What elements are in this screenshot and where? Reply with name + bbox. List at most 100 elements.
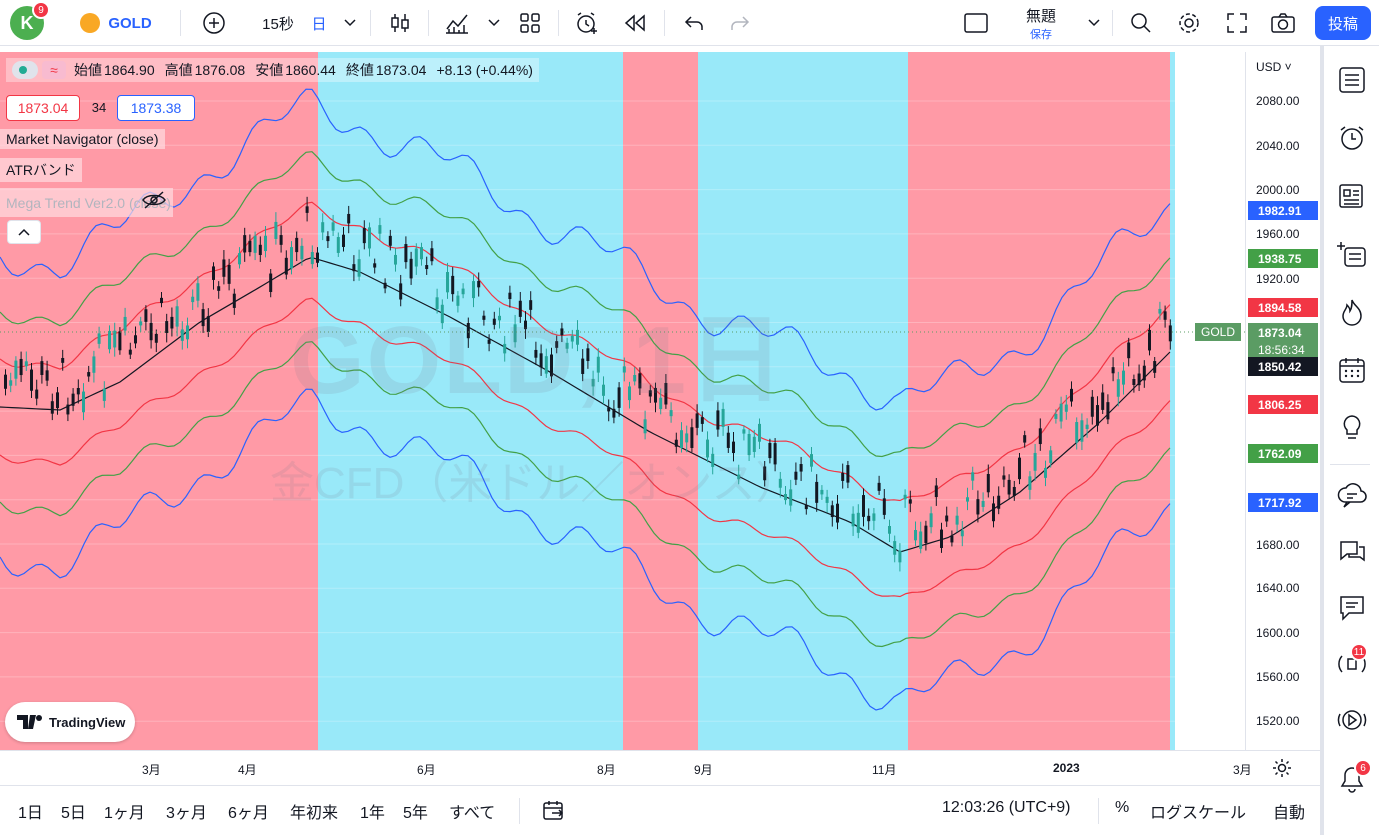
symbol-search-button[interactable]: GOLD: [76, 0, 156, 46]
axis-settings-gear-icon[interactable]: [1272, 758, 1292, 783]
replay-icon[interactable]: [620, 0, 650, 46]
candle-body: [378, 225, 382, 234]
price-label: 2040.00: [1256, 139, 1300, 153]
candle-body: [1106, 402, 1110, 420]
chats-icon[interactable]: [1336, 536, 1368, 568]
chevron-down-icon[interactable]: [484, 0, 504, 46]
range-3m-button[interactable]: 3ヶ月: [166, 799, 207, 823]
layout-square-icon[interactable]: [960, 0, 992, 46]
camera-icon[interactable]: [1268, 0, 1298, 46]
candle-body: [726, 432, 730, 448]
goto-date-icon[interactable]: [542, 799, 566, 828]
play-circle-icon[interactable]: [1336, 704, 1368, 736]
ideas-lightbulb-icon[interactable]: [1336, 412, 1368, 444]
range-1d-button[interactable]: 1日: [18, 799, 43, 823]
time-label: 4月: [238, 763, 257, 777]
price-axis[interactable]: USD ˅ 2080.00 2040.00 2000.00 1960.00 19…: [1245, 52, 1320, 750]
candle-body: [19, 358, 23, 376]
sell-button[interactable]: 1873.04: [6, 95, 80, 121]
candle-body: [820, 489, 824, 495]
chevron-down-icon[interactable]: [340, 0, 360, 46]
collapse-legend-button[interactable]: [7, 220, 41, 244]
range-6m-button[interactable]: 6ヶ月: [228, 799, 269, 823]
log-scale-toggle[interactable]: ログスケール: [1150, 799, 1246, 823]
range-ytd-button[interactable]: 年初来: [290, 799, 338, 823]
candle-body: [113, 330, 117, 348]
alert-clock-icon[interactable]: [572, 0, 602, 46]
layout-name-button[interactable]: 無題 保存: [1006, 0, 1076, 46]
candle-body: [35, 389, 39, 399]
range-all-button[interactable]: すべて: [449, 799, 495, 823]
band-lower-green-tag: 1762.09: [1248, 444, 1318, 463]
redo-icon[interactable]: [726, 0, 754, 46]
notifications-badge: 6: [1354, 759, 1372, 777]
low-label: 安値: [255, 62, 284, 78]
fullscreen-icon[interactable]: [1222, 0, 1252, 46]
candle-body: [206, 316, 210, 333]
time-label: 6月: [417, 763, 436, 777]
clock-timezone[interactable]: 12:03:26 (UTC+9): [942, 799, 1071, 817]
candle-body: [940, 529, 943, 548]
candle-body: [290, 247, 293, 269]
indicator-mega-trend[interactable]: Mega Trend Ver2.0 (close): [0, 188, 173, 217]
buy-button[interactable]: 1873.38: [117, 95, 195, 121]
low-value: 1860.44: [285, 62, 336, 78]
candle-body: [1059, 403, 1063, 422]
candle-body: [347, 213, 351, 224]
hotlist-fire-icon[interactable]: [1336, 296, 1368, 328]
chat-cloud-icon[interactable]: [1336, 480, 1368, 512]
range-5y-button[interactable]: 5年: [403, 799, 428, 823]
range-5d-button[interactable]: 5日: [61, 799, 86, 823]
search-icon[interactable]: [1126, 0, 1156, 46]
top-toolbar: K 9 GOLD 15秒 日 無題 保存 投稿: [0, 0, 1379, 46]
gear-icon[interactable]: [1174, 0, 1204, 46]
trend-zone: [0, 52, 318, 750]
time-label: 3月: [1233, 763, 1252, 777]
candle-body: [830, 505, 834, 518]
band-lower-blue-tag: 1717.92: [1248, 493, 1318, 512]
news-icon[interactable]: [1336, 180, 1368, 212]
time-axis[interactable]: 3月 4月 6月 8月 9月 11月 2023 3月: [0, 750, 1320, 785]
candle-body: [1127, 342, 1131, 359]
add-list-icon[interactable]: [1336, 238, 1368, 270]
candles-icon[interactable]: [386, 0, 414, 46]
range-1m-button[interactable]: 1ヶ月: [104, 799, 145, 823]
chevron-down-icon[interactable]: [1084, 0, 1104, 46]
indicator-atr-band[interactable]: ATRバンド: [0, 158, 82, 182]
wave-icon[interactable]: ≈: [42, 61, 66, 79]
candle-body: [1163, 311, 1167, 320]
candle-body: [160, 297, 163, 304]
interval-button[interactable]: 15秒: [256, 0, 300, 46]
candle-body: [409, 258, 413, 279]
candle-body: [50, 401, 54, 414]
candle-body: [264, 235, 267, 252]
auto-scale-toggle[interactable]: 自動: [1273, 799, 1305, 823]
time-label: 2023: [1053, 761, 1080, 775]
candle-body: [997, 495, 1001, 509]
eye-crossed-icon[interactable]: [141, 190, 167, 215]
publish-button[interactable]: 投稿: [1315, 6, 1371, 40]
open-value: 1864.90: [104, 62, 155, 78]
layout-grid-icon[interactable]: [516, 0, 544, 46]
interval-day-button[interactable]: 日: [306, 0, 332, 46]
currency-selector[interactable]: USD ˅: [1256, 60, 1292, 74]
price-label: 1920.00: [1256, 272, 1300, 286]
percent-scale-toggle[interactable]: %: [1115, 799, 1129, 817]
tradingview-logo[interactable]: TradingView: [5, 702, 135, 742]
alarm-clock-icon[interactable]: [1336, 122, 1368, 154]
market-status-icon[interactable]: [12, 61, 38, 79]
candle-body: [420, 247, 423, 260]
candle-body: [1168, 325, 1172, 342]
messages-icon[interactable]: [1336, 592, 1368, 624]
chart-pane[interactable]: GOLD, 1日 金CFD（米ドル／オンス） ≈ 始値 1864.90 高値 187…: [0, 52, 1245, 750]
indicators-icon[interactable]: [442, 0, 472, 46]
compare-add-icon[interactable]: [198, 0, 230, 46]
candle-body: [1038, 428, 1042, 445]
indicator-market-navigator[interactable]: Market Navigator (close): [0, 129, 165, 149]
watchlist-icon[interactable]: [1336, 64, 1368, 96]
undo-icon[interactable]: [680, 0, 708, 46]
candle-body: [414, 248, 418, 267]
calendar-icon[interactable]: [1336, 354, 1368, 386]
candle-body: [1158, 308, 1162, 314]
range-1y-button[interactable]: 1年: [360, 799, 385, 823]
